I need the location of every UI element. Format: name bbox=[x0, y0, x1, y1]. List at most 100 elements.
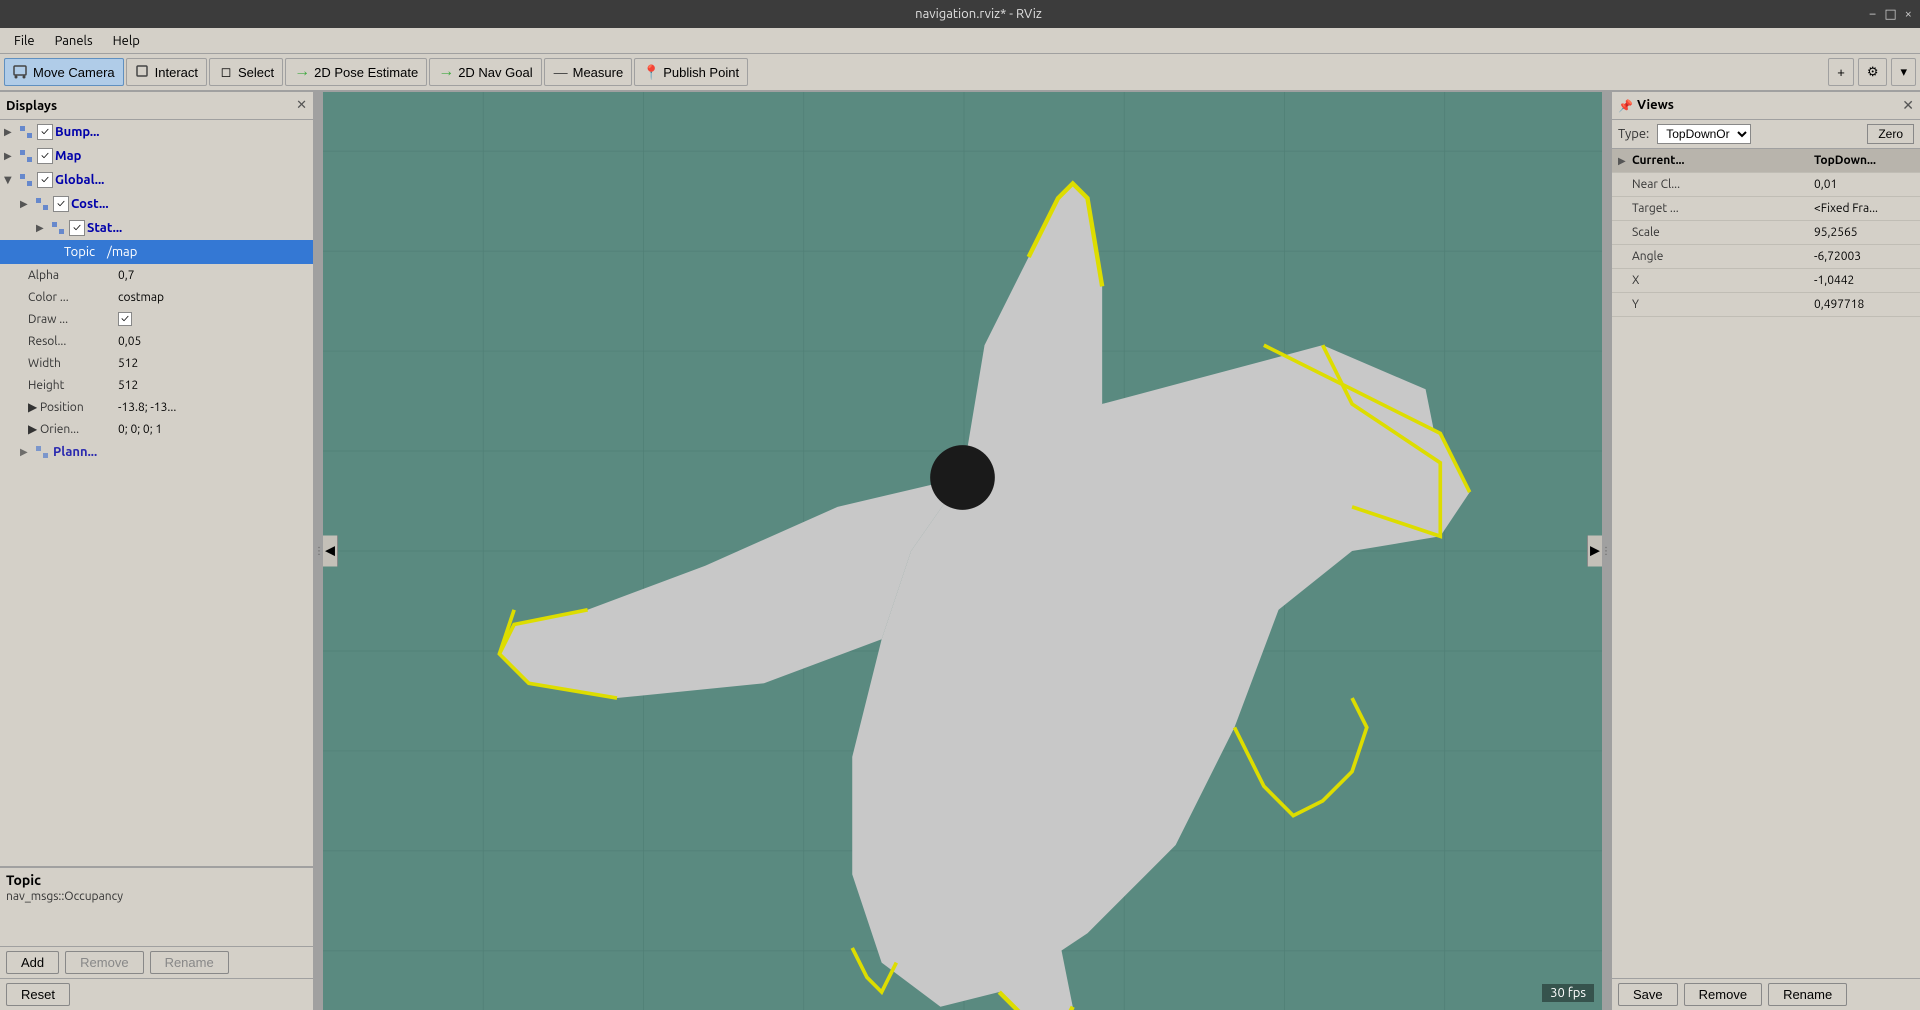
views-close-btn[interactable]: ✕ bbox=[1902, 97, 1914, 114]
select-label: Select bbox=[238, 65, 274, 80]
view-scale[interactable]: Scale 95,2565 bbox=[1612, 221, 1920, 245]
bump-expander: ▶ bbox=[4, 126, 18, 138]
y-value: 0,497718 bbox=[1814, 298, 1914, 311]
map-check[interactable]: ✓ bbox=[37, 148, 53, 164]
stat-check[interactable]: ✓ bbox=[69, 220, 85, 236]
measure-btn[interactable]: — Measure bbox=[544, 58, 633, 86]
add-btn[interactable]: Add bbox=[6, 951, 59, 974]
toolbar-settings-btn[interactable]: ⚙ bbox=[1858, 58, 1888, 86]
display-bump[interactable]: ▶ ✓ Bump... bbox=[0, 120, 313, 144]
move-camera-label: Move Camera bbox=[33, 65, 115, 80]
bump-label: Bump... bbox=[55, 125, 100, 139]
nav-goal-icon: → bbox=[438, 64, 454, 80]
maximize-btn[interactable]: □ bbox=[1884, 0, 1896, 28]
display-cost[interactable]: ▶ ✓ Cost... bbox=[0, 192, 313, 216]
menu-panels[interactable]: Panels bbox=[45, 32, 103, 50]
prop-resol[interactable]: Resol... 0,05 bbox=[0, 330, 313, 352]
interact-btn[interactable]: Interact bbox=[126, 58, 207, 86]
gear-icon: ⚙ bbox=[1867, 64, 1879, 80]
scale-value: 95,2565 bbox=[1814, 226, 1914, 239]
topic-name-label: Topic bbox=[64, 245, 95, 259]
global-check[interactable]: ✓ bbox=[37, 172, 53, 188]
view-near-clip[interactable]: Near Cl... 0,01 bbox=[1612, 173, 1920, 197]
near-clip-name: Near Cl... bbox=[1632, 178, 1814, 191]
stat-icon bbox=[50, 220, 66, 236]
views-rename-btn[interactable]: Rename bbox=[1768, 983, 1847, 1006]
prop-alpha-name: Alpha bbox=[28, 269, 118, 282]
nav-goal-label: 2D Nav Goal bbox=[458, 65, 532, 80]
display-global[interactable]: ▼ ✓ Global... bbox=[0, 168, 313, 192]
display-stat[interactable]: ▶ ✓ Stat... bbox=[0, 216, 313, 240]
map-icon bbox=[18, 148, 34, 164]
target-name: Target ... bbox=[1632, 202, 1814, 215]
prop-draw[interactable]: Draw ... ✓ bbox=[0, 308, 313, 330]
menu-file[interactable]: File bbox=[4, 32, 45, 50]
left-divider[interactable]: ⋮ bbox=[315, 92, 323, 1010]
prop-color-value: costmap bbox=[118, 291, 309, 304]
reset-btn[interactable]: Reset bbox=[6, 983, 70, 1006]
titlebar: navigation.rviz* - RViz − □ × bbox=[0, 0, 1920, 28]
views-header: 📌Views ✕ bbox=[1612, 92, 1920, 120]
scale-name: Scale bbox=[1632, 226, 1814, 239]
topic-info-title: Topic bbox=[6, 872, 307, 888]
cost-icon bbox=[34, 196, 50, 212]
move-camera-btn[interactable]: Move Camera bbox=[4, 58, 124, 86]
map-label: Map bbox=[55, 149, 81, 163]
bump-icon bbox=[18, 124, 34, 140]
toolbar-add-btn[interactable]: + bbox=[1828, 58, 1854, 86]
viewport[interactable]: ▶ ◀ 30 fps bbox=[323, 92, 1602, 1010]
near-clip-value: 0,01 bbox=[1814, 178, 1914, 191]
display-plann[interactable]: ▶ Plann... bbox=[0, 440, 313, 464]
rename-btn[interactable]: Rename bbox=[150, 951, 229, 974]
global-label: Global... bbox=[55, 173, 104, 187]
displays-title: Displays bbox=[6, 99, 57, 113]
views-panel: 📌Views ✕ Type: TopDownOr Zero ▶ Current.… bbox=[1610, 92, 1920, 1010]
chevron-down-icon: ▾ bbox=[1900, 64, 1907, 80]
views-type-select[interactable]: TopDownOr bbox=[1657, 124, 1751, 144]
select-btn[interactable]: ◻ Select bbox=[209, 58, 283, 86]
display-map[interactable]: ▶ ✓ Map bbox=[0, 144, 313, 168]
prop-height[interactable]: Height 512 bbox=[0, 374, 313, 396]
cost-expander: ▶ bbox=[20, 198, 34, 210]
reset-row: Reset bbox=[0, 978, 313, 1010]
cost-check[interactable]: ✓ bbox=[53, 196, 69, 212]
prop-alpha[interactable]: Alpha 0,7 bbox=[0, 264, 313, 286]
views-save-btn[interactable]: Save bbox=[1618, 983, 1678, 1006]
right-divider[interactable]: ⋮ bbox=[1602, 92, 1610, 1010]
toolbar: Move Camera Interact ◻ Select → 2D Pose … bbox=[0, 54, 1920, 92]
angle-name: Angle bbox=[1632, 250, 1814, 263]
displays-close-btn[interactable]: ✕ bbox=[296, 98, 307, 113]
prop-color[interactable]: Color ... costmap bbox=[0, 286, 313, 308]
bump-check[interactable]: ✓ bbox=[37, 124, 53, 140]
prop-position[interactable]: ▶ Position -13.8; -13... bbox=[0, 396, 313, 418]
col-topdown-header: TopDown... bbox=[1814, 154, 1914, 167]
nav-goal-btn[interactable]: → 2D Nav Goal bbox=[429, 58, 541, 86]
minimize-btn[interactable]: − bbox=[1869, 0, 1876, 28]
prop-orient[interactable]: ▶ Orien... 0; 0; 0; 1 bbox=[0, 418, 313, 440]
views-remove-btn[interactable]: Remove bbox=[1684, 983, 1762, 1006]
x-name: X bbox=[1632, 274, 1814, 287]
displays-action-buttons: Add Remove Rename bbox=[0, 946, 313, 978]
col-current-header: Current... bbox=[1632, 154, 1814, 167]
view-y[interactable]: Y 0,497718 bbox=[1612, 293, 1920, 317]
global-icon bbox=[18, 172, 34, 188]
view-target[interactable]: Target ... <Fixed Fra... bbox=[1612, 197, 1920, 221]
prop-resol-value: 0,05 bbox=[118, 335, 309, 348]
view-angle[interactable]: Angle -6,72003 bbox=[1612, 245, 1920, 269]
viewport-scroll-left[interactable]: ◀ bbox=[323, 536, 338, 567]
publish-point-btn[interactable]: 📍 Publish Point bbox=[634, 58, 748, 86]
fps-counter: 30 fps bbox=[1542, 984, 1594, 1002]
menu-help[interactable]: Help bbox=[103, 32, 150, 50]
viewport-scroll-right[interactable]: ▶ bbox=[1587, 536, 1602, 567]
prop-resol-name: Resol... bbox=[28, 335, 118, 348]
prop-width[interactable]: Width 512 bbox=[0, 352, 313, 374]
views-zero-btn[interactable]: Zero bbox=[1867, 124, 1914, 144]
toolbar-dropdown-btn[interactable]: ▾ bbox=[1891, 58, 1916, 86]
view-x[interactable]: X -1,0442 bbox=[1612, 269, 1920, 293]
pose-estimate-btn[interactable]: → 2D Pose Estimate bbox=[285, 58, 427, 86]
prop-color-name: Color ... bbox=[28, 291, 118, 304]
close-btn[interactable]: × bbox=[1905, 0, 1912, 28]
window-controls[interactable]: − □ × bbox=[1869, 0, 1912, 28]
remove-btn[interactable]: Remove bbox=[65, 951, 143, 974]
topic-row[interactable]: Topic /map bbox=[0, 240, 313, 264]
